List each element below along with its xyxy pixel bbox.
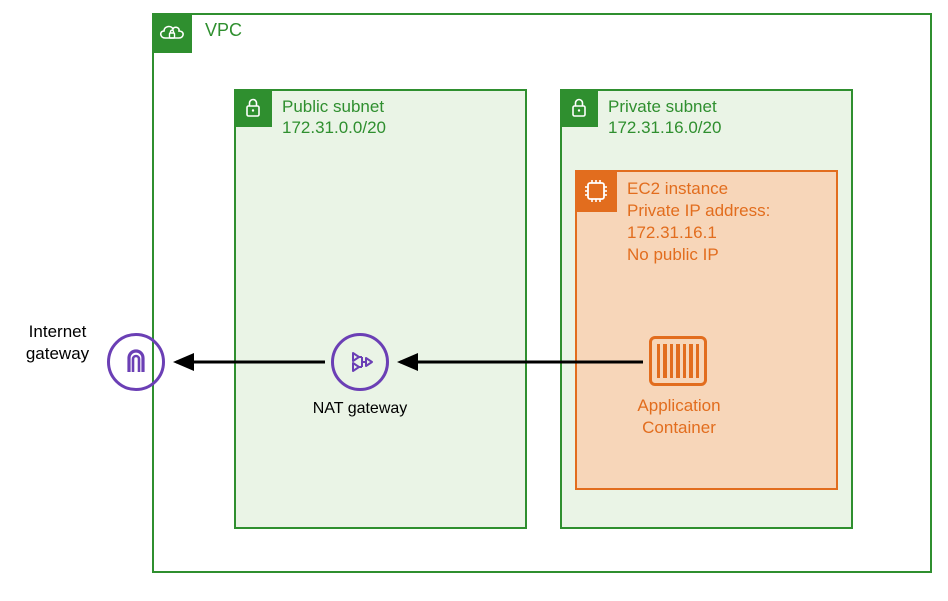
app-container-label: Application Container — [634, 395, 724, 439]
ec2-ip: 172.31.16.1 — [627, 223, 717, 242]
nat-gateway-icon — [331, 333, 389, 391]
app-container-line1: Application — [637, 396, 720, 415]
vpc-label: VPC — [205, 20, 242, 41]
public-subnet-label: Public subnet 172.31.0.0/20 — [282, 96, 386, 139]
igw-line1: Internet — [29, 322, 87, 341]
ec2-no-public: No public IP — [627, 245, 719, 264]
ec2-ip-label: Private IP address: — [627, 201, 770, 220]
internet-gateway-label: Internet gateway — [20, 321, 95, 365]
igw-line2: gateway — [26, 344, 89, 363]
private-subnet-cidr: 172.31.16.0/20 — [608, 118, 721, 137]
public-subnet — [234, 89, 527, 529]
ec2-title: EC2 instance — [627, 179, 728, 198]
nat-gateway-label: NAT gateway — [310, 400, 410, 418]
private-subnet-title: Private subnet — [608, 97, 717, 116]
lock-icon — [560, 89, 598, 127]
private-subnet-label: Private subnet 172.31.16.0/20 — [608, 96, 721, 139]
app-container-line2: Container — [642, 418, 716, 437]
ec2-text: EC2 instance Private IP address: 172.31.… — [627, 178, 770, 266]
chip-icon — [575, 170, 617, 212]
diagram-canvas: VPC Public subnet 172.31.0.0/20 Private … — [0, 0, 948, 601]
public-subnet-cidr: 172.31.0.0/20 — [282, 118, 386, 137]
internet-gateway-icon — [107, 333, 165, 391]
public-subnet-title: Public subnet — [282, 97, 384, 116]
cloud-lock-icon — [152, 13, 192, 53]
container-icon — [649, 336, 707, 386]
lock-icon — [234, 89, 272, 127]
